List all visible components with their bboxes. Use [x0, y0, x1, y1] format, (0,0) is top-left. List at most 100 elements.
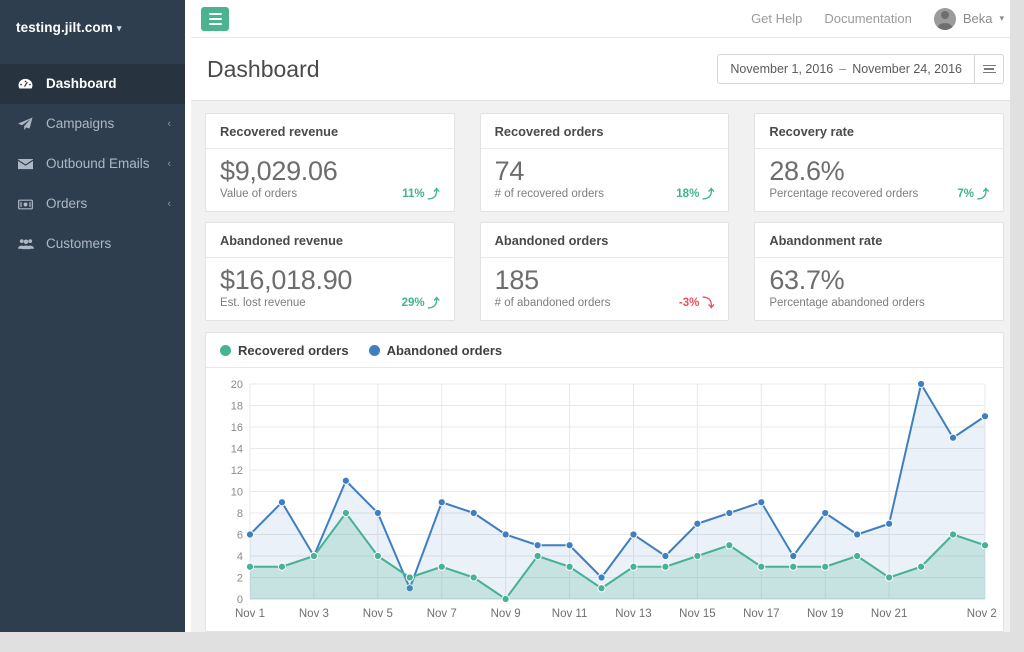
sidebar-item-label: Dashboard [46, 76, 117, 92]
x-tick-label: Nov 13 [615, 608, 651, 620]
date-to-label: November 24, 2016 [852, 62, 962, 76]
app-window: testing.jilt.com ▾ Dashboard Campaigns ‹… [0, 0, 1024, 652]
card-value: 185 [494, 265, 539, 296]
x-tick-label: Nov 11 [552, 608, 588, 620]
card-value: $9,029.06 [220, 156, 338, 186]
sidebar-item-orders[interactable]: Orders ‹ [0, 184, 185, 224]
data-point [853, 530, 862, 539]
chevron-down-icon: ▾ [999, 13, 1004, 23]
card-value: 28.6% [769, 156, 845, 186]
x-tick-label: Nov 3 [299, 608, 329, 620]
sidebar-item-label: Customers [46, 236, 112, 252]
data-point [757, 498, 766, 507]
sidebar-item-label: Orders [46, 196, 88, 212]
top-bar: Get Help Documentation Beka ▾ [185, 0, 1024, 38]
orders-line-chart[interactable]: 0 2 4 6 8 10 12 14 16 18 20 Nov 1 Nov 3 Nov 5 Nov 7 Nov… [212, 374, 1004, 629]
arrow-up-icon: ⤴ [427, 187, 440, 202]
hamburger-icon[interactable] [201, 6, 229, 31]
sidebar-item-campaigns[interactable]: Campaigns ‹ [0, 104, 185, 144]
card-value: 74 [494, 156, 525, 186]
top-nav: Get Help Documentation Beka ▾ [751, 7, 1004, 30]
data-point [629, 562, 638, 571]
data-point [693, 551, 702, 561]
data-point [565, 562, 574, 571]
data-point [980, 412, 990, 421]
card-subtitle: Percentage recovered orders [769, 188, 919, 201]
data-point [597, 584, 606, 593]
data-point [277, 562, 287, 571]
brand-store-switcher[interactable]: testing.jilt.com ▾ [0, 0, 185, 54]
data-point [948, 530, 958, 539]
y-tick-label: 12 [231, 465, 243, 477]
envelope-icon [18, 158, 38, 170]
legend-label: Recovered orders [238, 343, 349, 359]
data-point [245, 562, 255, 571]
card-title: Recovered revenue [206, 114, 454, 149]
card-body: 185 # of abandoned orders -3% ⤵ [481, 258, 729, 320]
avatar-icon [933, 7, 956, 30]
data-point [533, 551, 542, 561]
card-body: $9,029.06 Value of orders 11% ⤴ [206, 149, 454, 211]
data-point [341, 508, 350, 518]
card-subtitle: # of abandoned orders [494, 297, 611, 310]
chevron-down-icon: ▾ [116, 22, 122, 33]
arrow-up-icon: ⤴ [702, 187, 715, 202]
y-tick-label: 6 [237, 530, 243, 542]
data-point [277, 498, 287, 507]
card-subtitle: Percentage abandoned orders [769, 297, 925, 310]
y-tick-label: 8 [237, 508, 243, 520]
content-gutter [185, 0, 191, 632]
data-point [661, 551, 670, 561]
card-footer: Percentage recovered orders 7% ⤴ [769, 188, 989, 200]
paper-plane-icon [18, 117, 38, 131]
x-tick-label: Nov 17 [743, 608, 779, 620]
y-tick-label: 14 [231, 444, 243, 456]
sidebar: testing.jilt.com ▾ Dashboard Campaigns ‹… [0, 0, 185, 632]
card-title: Abandoned revenue [206, 223, 454, 259]
arrow-up-icon: ⤴ [427, 296, 440, 311]
page-header: Dashboard November 1, 2016 – November 24… [185, 38, 1024, 101]
chart-legend: Recovered orders Abandoned orders [206, 333, 1003, 369]
card-title: Abandonment rate [755, 223, 1003, 259]
stat-card-abandoned-revenue: Abandoned revenue $16,018.90 Est. lost r… [205, 222, 455, 322]
date-range-picker[interactable]: November 1, 2016 – November 24, 2016 [717, 54, 1004, 84]
x-tick-label: Nov 21 [871, 608, 907, 620]
data-point [373, 551, 382, 561]
y-tick-label: 0 [237, 594, 243, 606]
chart-plot-area: 0 2 4 6 8 10 12 14 16 18 20 Nov 1 Nov 3 Nov 5 Nov 7 Nov… [206, 368, 1004, 632]
get-help-link[interactable]: Get Help [751, 11, 802, 26]
legend-item-abandoned-orders[interactable]: Abandoned orders [368, 343, 502, 358]
data-point [948, 433, 958, 442]
data-point [437, 562, 446, 571]
data-point [821, 508, 830, 518]
data-point [725, 508, 734, 518]
sidebar-item-dashboard[interactable]: Dashboard [0, 64, 185, 104]
documentation-link[interactable]: Documentation [824, 11, 911, 26]
data-point [373, 508, 382, 518]
data-point [245, 530, 255, 539]
data-point [693, 519, 702, 528]
window-edge-bottom [0, 632, 1024, 652]
arrow-up-icon: ⤴ [976, 187, 989, 202]
data-point [916, 379, 926, 389]
stat-card-recovered-orders: Recovered orders 74 # of recovered order… [479, 113, 730, 213]
users-icon [18, 238, 38, 250]
window-edge-right [1010, 0, 1024, 632]
legend-item-recovered-orders[interactable]: Recovered orders [220, 343, 349, 358]
status-badge: 29% ⤴ [402, 297, 440, 309]
card-subtitle: Est. lost revenue [220, 297, 306, 310]
date-range-text[interactable]: November 1, 2016 – November 24, 2016 [718, 55, 974, 83]
legend-color-swatch [368, 345, 380, 357]
sidebar-item-outbound-emails[interactable]: Outbound Emails ‹ [0, 144, 185, 184]
data-point [725, 541, 734, 550]
y-tick-label: 16 [231, 422, 243, 434]
card-value: $16,018.90 [220, 265, 353, 296]
card-title: Recovery rate [755, 114, 1003, 149]
x-tick-label: Nov 15 [679, 608, 715, 620]
user-menu[interactable]: Beka ▾ [933, 7, 1004, 30]
card-body: 28.6% Percentage recovered orders 7% ⤴ [755, 149, 1003, 211]
data-point [789, 551, 798, 561]
sidebar-item-customers[interactable]: Customers [0, 224, 185, 264]
list-options-icon[interactable] [974, 55, 1003, 83]
orders-chart-card: Recovered orders Abandoned orders 0 2 4 6 8 1… [205, 332, 1004, 632]
